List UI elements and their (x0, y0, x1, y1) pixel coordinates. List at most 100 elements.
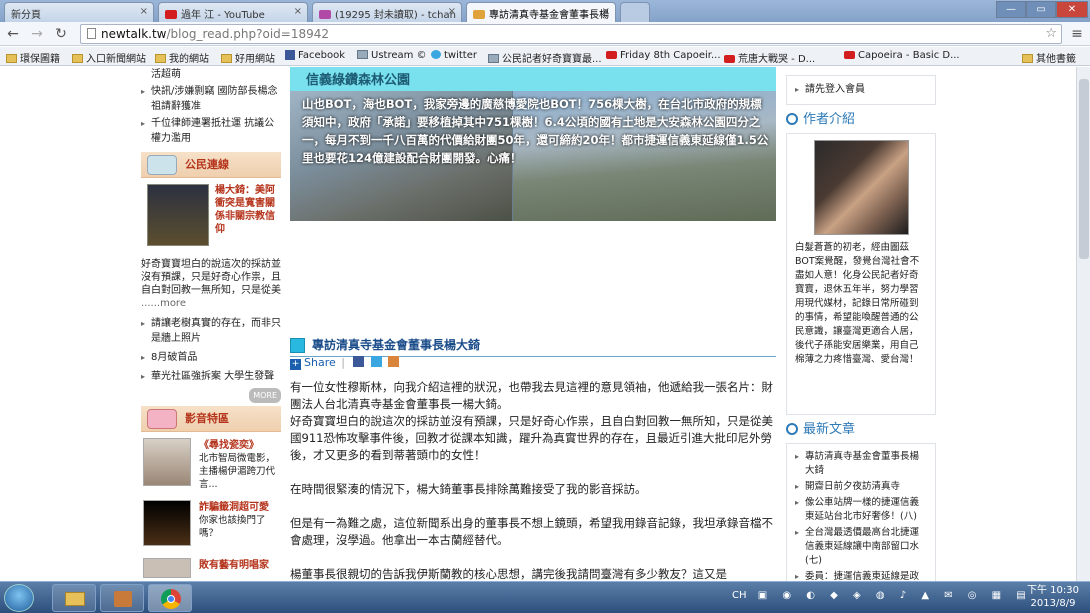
tab-new-page[interactable]: 新分頁 × (4, 2, 154, 22)
news-item[interactable]: 活超萌 (141, 67, 281, 82)
address-bar[interactable]: newtalk.tw/blog_read.php?oid=18942 ☆ (80, 24, 1062, 44)
video-thumbnail[interactable] (143, 438, 191, 486)
article-paragraph: 在時間很緊湊的情況下，楊大錡董事長排除萬難接受了我的影音採訪。 (290, 482, 647, 496)
bookmark-star-icon[interactable]: ☆ (1045, 26, 1057, 41)
login-box: 請先登入會員 (786, 75, 936, 105)
news-item[interactable]: 快訊/涉嫌剽竊 國防部長楊念祖請辭獲准 (141, 84, 281, 114)
video-item[interactable]: 《尋找瓷奕》 北市智局微電影，主播楊伊湄跨刀代言... (141, 438, 281, 500)
article-title: 專訪清真寺基金會董事長楊大錡 (290, 333, 776, 357)
article-paragraph: 但是有一為難之處，這位新聞系出身的董事長不想上鏡頭，希望我用錄音記錄，我坦承錄音… (290, 516, 773, 547)
bookmark-item[interactable]: Capoeira - Basic D... (844, 50, 960, 61)
window-close-icon[interactable]: ✕ (1056, 1, 1088, 18)
banner-caption: 信義綠鑽森林公園 (290, 67, 776, 91)
author-avatar[interactable] (813, 140, 909, 235)
browser-tab-strip: 新分頁 × 過年 江 - YouTube × (19295 封未讀取) - tcha… (0, 0, 1090, 22)
more-button[interactable]: MORE (249, 388, 281, 403)
folder-icon (1022, 54, 1033, 63)
author-header: 作者介紹 (786, 111, 936, 129)
banner-text: 山也BOT，海也BOT，我家旁邊的廣慈博愛院也BOT！756棵大樹，在台北市政府… (302, 97, 769, 165)
bookmark-item[interactable]: twitter (431, 50, 477, 61)
bookmark-item[interactable]: 入口新聞網站 (72, 50, 146, 65)
latest-article-link[interactable]: 開齋日前夕夜訪清真寺 (795, 480, 927, 494)
bookmark-item[interactable]: Ustream © (357, 50, 427, 61)
close-icon[interactable]: × (294, 6, 302, 17)
bookmark-item[interactable]: 環保圖籍 (6, 50, 60, 65)
feature-story: 楊大錡：美阿衝突是寬害關係非關宗教信仰 (141, 184, 281, 280)
video-item[interactable]: 敗有藝有明唱家 (141, 558, 281, 578)
news-item[interactable]: 千位律師連署抵社運 抗議公權力濫用 (141, 116, 281, 146)
latest-article-link[interactable]: 像公車站牌一樣的捷運信義東延站台北市好奢侈！(八) (795, 496, 927, 524)
tab-gmail[interactable]: (19295 封未讀取) - tchan × (312, 2, 462, 22)
close-icon[interactable]: × (602, 6, 610, 17)
tray-icons[interactable]: ▣ ◉ ◐ ◆ ◈ ◍ ♪ ▲ ✉ ◎ ▦ ▤ (758, 590, 1032, 601)
news-item[interactable]: 8月破首品 (141, 350, 281, 365)
youtube-icon (724, 55, 735, 63)
folder-icon (6, 54, 17, 63)
web-page: 活超萌 快訊/涉嫌剽竊 國防部長楊念祖請辭獲准 千位律師連署抵社運 抗議公權力濫… (0, 67, 1076, 581)
maximize-icon[interactable]: ▭ (1026, 1, 1056, 18)
minimize-icon[interactable]: — (996, 1, 1026, 18)
login-link[interactable]: 請先登入會員 (795, 82, 927, 97)
latest-article-link[interactable]: 委員：捷運信義東延線是政策考量後的根本不需要 (795, 570, 927, 581)
video-item[interactable]: 詐騙籤洞超可愛 你家也該換門了嗎？ (141, 500, 281, 558)
app-taskbar-icon[interactable] (100, 584, 144, 612)
close-icon[interactable]: × (448, 6, 456, 17)
plurk-icon[interactable] (388, 356, 400, 367)
plus-icon: + (290, 359, 301, 370)
bookmark-item[interactable]: 好用網站 (221, 50, 275, 65)
windows-start-icon[interactable] (4, 584, 34, 612)
youtube-icon (606, 51, 617, 59)
news-item[interactable]: 請讓老樹真實的存在，而非只是牆上照片 (141, 316, 281, 346)
chrome-taskbar-icon[interactable] (148, 584, 192, 612)
facebook-icon (285, 50, 295, 60)
twitter-icon[interactable] (370, 356, 382, 367)
scrollbar-thumb[interactable] (1079, 79, 1089, 259)
bookmark-item[interactable]: 公民記者好奇寶寶最... (488, 50, 602, 65)
system-tray: CH ▣ ◉ ◐ ◆ ◈ ◍ ♪ ▲ ✉ ◎ ▦ ▤ (732, 590, 1032, 601)
clock[interactable]: 下午 10:30 2013/8/9 (1022, 584, 1084, 610)
tab-current-article[interactable]: 專訪清真寺基金會董事長楊 × (466, 2, 616, 22)
feature-title[interactable]: 楊大錡：美阿衝突是寬害關係非關宗教信仰 (215, 184, 281, 236)
page-icon (473, 10, 485, 19)
tab-youtube[interactable]: 過年 江 - YouTube × (158, 2, 308, 22)
video-thumbnail[interactable] (143, 558, 191, 578)
close-icon[interactable]: × (140, 6, 148, 17)
news-item[interactable]: 華光社區強拆案 大學生發聲 (141, 369, 281, 384)
latest-header: 最新文章 (786, 421, 936, 439)
author-box: 白髮蒼蒼的初老，經由圖茲BOT案覺醒，發覺台灣社會不盡如人意！化身公民記者好奇寶… (786, 133, 936, 415)
bookmark-item[interactable]: 荒唐大戰哭 - D... (724, 50, 815, 65)
facebook-icon[interactable] (353, 356, 365, 367)
latest-article-link[interactable]: 專訪清真寺基金會董事長楊大錡 (795, 450, 927, 478)
explorer-taskbar-icon[interactable] (52, 584, 96, 612)
bookmark-item[interactable]: Facebook (285, 50, 345, 61)
menu-icon[interactable]: ≡ (1068, 25, 1086, 43)
youtube-icon (844, 51, 855, 59)
page-scrollbar[interactable] (1076, 67, 1090, 581)
latest-article-link[interactable]: 全台灣最透價最高台北捷運信義東延線讓中南部留口水(七) (795, 526, 927, 568)
reload-icon[interactable]: ↻ (52, 25, 70, 43)
bookmark-item[interactable]: 我的網站 (155, 50, 209, 65)
folder-icon (155, 54, 166, 63)
forward-icon[interactable]: → (28, 25, 46, 43)
back-icon[interactable]: ← (4, 25, 22, 43)
monitor-icon (147, 155, 177, 175)
feature-thumbnail[interactable] (147, 184, 209, 246)
video-thumbnail[interactable] (143, 500, 191, 546)
promo-banner[interactable]: 信義綠鑽森林公園 山也BOT，海也BOT，我家旁邊的廣慈博愛院也BOT！756棵… (290, 67, 776, 221)
more-link[interactable]: ......more (141, 298, 186, 309)
section-header-citizen: 公民連線 (141, 152, 281, 178)
author-bio: 白髮蒼蒼的初老，經由圖茲BOT案覺醒，發覺台灣社會不盡如人意！化身公民記者好奇寶… (795, 242, 920, 365)
article-paragraph: 有一位女性穆斯林，向我介紹這裡的狀況，也帶我去見這裡的意見領袖，他遞給我一張名片… (290, 380, 773, 462)
share-button[interactable]: + Share (290, 356, 336, 370)
bookmark-item[interactable]: 其他書籤 (1022, 50, 1076, 65)
page-icon (87, 28, 96, 39)
ustream-icon (488, 54, 499, 63)
article-paragraph: 楊董事長很親切的告訴我伊斯蘭教的核心思想，講完後我請問臺灣有多少教友？這又是 (290, 567, 727, 581)
bookmark-item[interactable]: Friday 8th Capoeir... (606, 50, 721, 61)
left-sidebar: 活超萌 快訊/涉嫌剽竊 國防部長楊念祖請辭獲准 千位律師連署抵社運 抗議公權力濫… (141, 67, 281, 578)
bookmarks-bar: 環保圖籍 入口新聞網站 我的網站 好用網站 Facebook Ustream ©… (0, 47, 1090, 66)
tv-icon (147, 409, 177, 429)
new-tab-button[interactable] (620, 2, 650, 22)
circle-icon (786, 423, 798, 435)
circle-icon (786, 113, 798, 125)
